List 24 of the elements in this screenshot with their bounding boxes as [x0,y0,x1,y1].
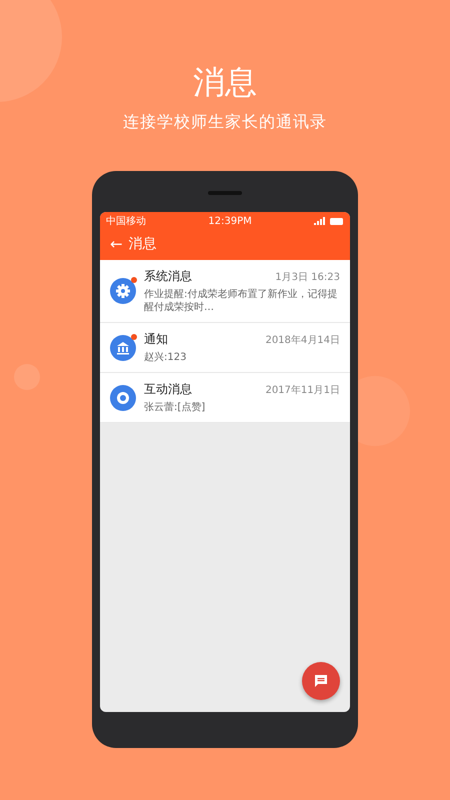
message-preview: 张云蕾:[点赞] [144,401,206,414]
bank-icon [110,334,136,360]
chat-icon [314,674,328,688]
carrier-text: 中国移动 [106,214,146,228]
message-title: 系统消息 [144,268,192,285]
gear-icon [110,278,136,304]
message-row[interactable]: 互动消息 2017年11月1日 张云蕾:[点赞] [100,373,350,423]
message-preview: 作业提醒:付成荣老师布置了新作业，记得提醒付成荣按时… [144,288,338,314]
message-title: 通知 [144,331,168,348]
chat-button[interactable] [302,662,340,700]
signal-icon [314,217,326,225]
message-time: 2017年11月1日 [265,384,340,397]
ring-icon [110,384,136,410]
message-preview: 赵兴:123 [144,351,188,364]
message-row[interactable]: 系统消息 1月3日 16:23 作业提醒:付成荣老师布置了新作业，记得提醒付成荣按时… [100,260,350,323]
screen-title: 消息 [128,235,157,253]
battery-icon [330,218,344,224]
message-time: 1月3日 16:23 [275,271,340,284]
headline: 消息 [193,62,257,102]
message-time: 2018年4月14日 [265,334,340,347]
clock-text: 12:39PM [208,216,252,226]
message-title: 互动消息 [144,381,192,398]
subtitle: 连接学校师生家长的通讯录 [123,112,327,133]
message-row[interactable]: 通知 2018年4月14日 赵兴:123 [100,323,350,373]
